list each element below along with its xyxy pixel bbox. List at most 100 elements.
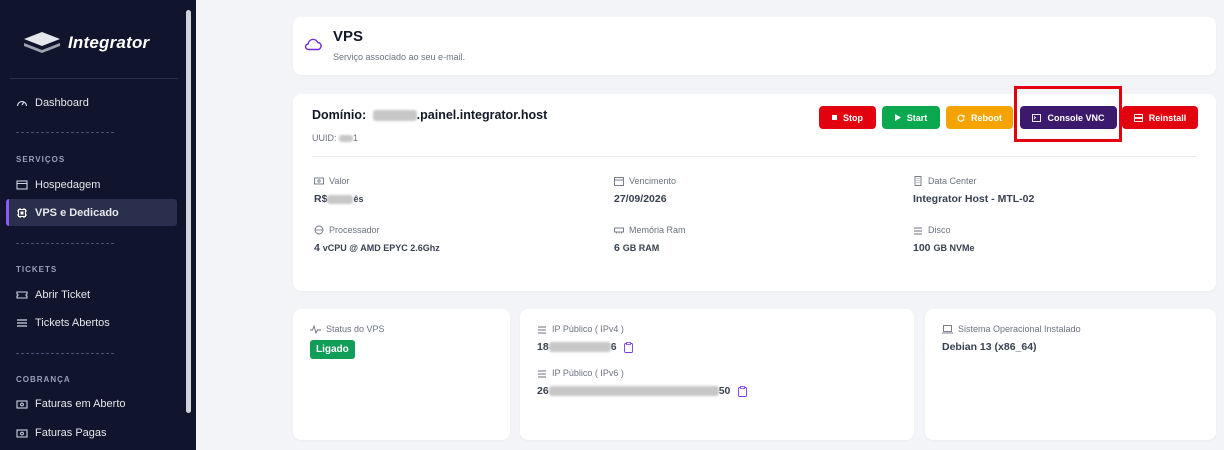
ipv4-label-text: IP Público ( IPv4 ) xyxy=(552,324,624,334)
window-icon xyxy=(16,179,28,190)
network-icon xyxy=(538,370,546,378)
ipv4-prefix: 18 xyxy=(537,341,549,353)
sidebar-scrollbar[interactable] xyxy=(186,10,191,413)
disk-icon xyxy=(914,227,922,235)
reboot-label: Reboot xyxy=(971,112,1002,123)
processador-num: 4 xyxy=(314,242,320,254)
sidebar-item-label: Tickets Abertos xyxy=(35,316,110,329)
gauge-icon xyxy=(16,100,28,106)
list-icon xyxy=(17,318,27,327)
building-icon xyxy=(914,176,922,186)
os-label-text: Sistema Operacional Instalado xyxy=(958,324,1081,334)
reinstall-button[interactable]: Reinstall xyxy=(1122,106,1198,129)
cash-icon xyxy=(16,428,28,438)
sidebar-item-label: VPS e Dedicado xyxy=(35,206,119,219)
brand-logo[interactable]: Integrator xyxy=(22,30,149,56)
ticket-icon xyxy=(16,290,28,299)
sidebar-item-vps[interactable]: VPS e Dedicado xyxy=(6,199,177,226)
stop-label: Stop xyxy=(843,112,863,123)
cpu-icon xyxy=(17,207,27,218)
sidebar-item-paid-invoices[interactable]: Faturas Pagas xyxy=(6,419,177,446)
datacenter-label-text: Data Center xyxy=(928,176,977,186)
sidebar-item-open-invoices[interactable]: Faturas em Aberto xyxy=(6,390,177,417)
valor-label-text: Valor xyxy=(329,176,350,186)
cloud-icon xyxy=(304,38,322,51)
section-label-billing: COBRANÇA xyxy=(16,375,71,384)
section-label-services: SERVIÇOS xyxy=(16,155,66,164)
sidebar-item-hosting[interactable]: Hospedagem xyxy=(6,171,177,198)
redacted-ipv4 xyxy=(548,342,611,353)
valor-value: R$ ês xyxy=(314,193,363,205)
os-card: Sistema Operacional Instalado Debian 13 … xyxy=(925,309,1216,440)
vencimento-label: Vencimento xyxy=(614,176,676,186)
layers-logo-icon xyxy=(24,32,60,53)
disco-label: Disco xyxy=(913,225,951,235)
disco-label-text: Disco xyxy=(928,225,951,235)
start-button[interactable]: Start xyxy=(882,106,940,129)
memoria-label-text: Memória Ram xyxy=(629,225,686,235)
domain-label: Domínio: xyxy=(312,108,367,122)
processador-value: 4 vCPU @ AMD EPYC 2.6Ghz xyxy=(314,242,440,254)
sidebar: Integrator Dashboard SERVIÇOS Hospedagem… xyxy=(0,0,196,450)
brand-name: Integrator xyxy=(68,33,150,52)
details-divider xyxy=(312,156,1196,157)
play-icon xyxy=(894,114,901,121)
stop-button[interactable]: Stop xyxy=(819,106,876,129)
memoria-num: 6 xyxy=(614,242,620,254)
sidebar-separator xyxy=(16,132,114,133)
processador-unit: vCPU @ AMD EPYC 2.6Ghz xyxy=(322,243,440,253)
reboot-button[interactable]: Reboot xyxy=(946,106,1013,129)
vencimento-label-text: Vencimento xyxy=(629,176,677,186)
disco-value: 100 GB NVMe xyxy=(913,242,974,254)
network-card: IP Público ( IPv4 ) 18 6 IP Público ( IPv… xyxy=(520,309,914,440)
valor-suffix: ês xyxy=(353,194,364,204)
sidebar-divider xyxy=(10,78,178,79)
calendar-icon xyxy=(614,177,624,186)
redacted-valor xyxy=(327,194,354,204)
ipv6-suffix: 50 xyxy=(718,385,731,397)
clipboard-icon[interactable] xyxy=(624,341,634,353)
cash-icon xyxy=(16,399,28,409)
datacenter-label: Data Center xyxy=(913,176,977,186)
status-card: Status do VPS Ligado xyxy=(293,309,510,440)
redacted-ipv6 xyxy=(548,386,719,397)
sidebar-item-label: Faturas Pagas xyxy=(35,426,107,439)
memoria-value: 6 GB RAM xyxy=(614,242,659,254)
section-label-tickets: TICKETS xyxy=(16,265,58,274)
clipboard-icon[interactable] xyxy=(738,385,748,397)
redacted-uuid xyxy=(339,135,354,143)
ipv4-label: IP Público ( IPv4 ) xyxy=(537,324,624,334)
highlight-box xyxy=(1014,86,1122,142)
activity-icon xyxy=(310,324,321,334)
refresh-icon xyxy=(957,114,965,122)
status-badge: Ligado xyxy=(310,340,355,359)
sidebar-separator xyxy=(16,243,114,244)
ipv6-prefix: 26 xyxy=(537,385,549,397)
stop-icon xyxy=(832,115,837,120)
os-label: Sistema Operacional Instalado xyxy=(942,324,1081,334)
ipv4-value: 18 6 xyxy=(537,341,634,353)
vencimento-value: 27/09/2026 xyxy=(614,193,667,205)
server-icon xyxy=(1133,113,1143,122)
sidebar-item-open-tickets[interactable]: Tickets Abertos xyxy=(6,309,177,336)
page-title: VPS xyxy=(333,28,364,45)
reinstall-label: Reinstall xyxy=(1148,112,1187,123)
disco-unit: GB NVMe xyxy=(933,243,975,253)
laptop-icon xyxy=(942,324,953,333)
start-label: Start xyxy=(906,112,928,123)
sidebar-item-open-ticket[interactable]: Abrir Ticket xyxy=(6,281,177,308)
sidebar-separator xyxy=(16,353,114,354)
status-label-text: Status do VPS xyxy=(326,324,385,334)
sidebar-item-label: Dashboard xyxy=(35,96,89,109)
sidebar-item-label: Hospedagem xyxy=(35,178,101,191)
ipv4-suffix: 6 xyxy=(610,341,617,353)
sidebar-item-dashboard[interactable]: Dashboard xyxy=(6,89,177,116)
ipv6-label-text: IP Público ( IPv6 ) xyxy=(552,368,624,378)
redacted-domain xyxy=(372,110,417,122)
valor-prefix: R$ xyxy=(314,193,328,205)
processador-label-text: Processador xyxy=(329,225,380,235)
os-value: Debian 13 (x86_64) xyxy=(942,341,1037,353)
memory-icon xyxy=(614,227,624,234)
datacenter-value: Integrator Host - MTL-02 xyxy=(913,193,1035,205)
domain-suffix: .painel.integrator.host xyxy=(416,108,548,122)
